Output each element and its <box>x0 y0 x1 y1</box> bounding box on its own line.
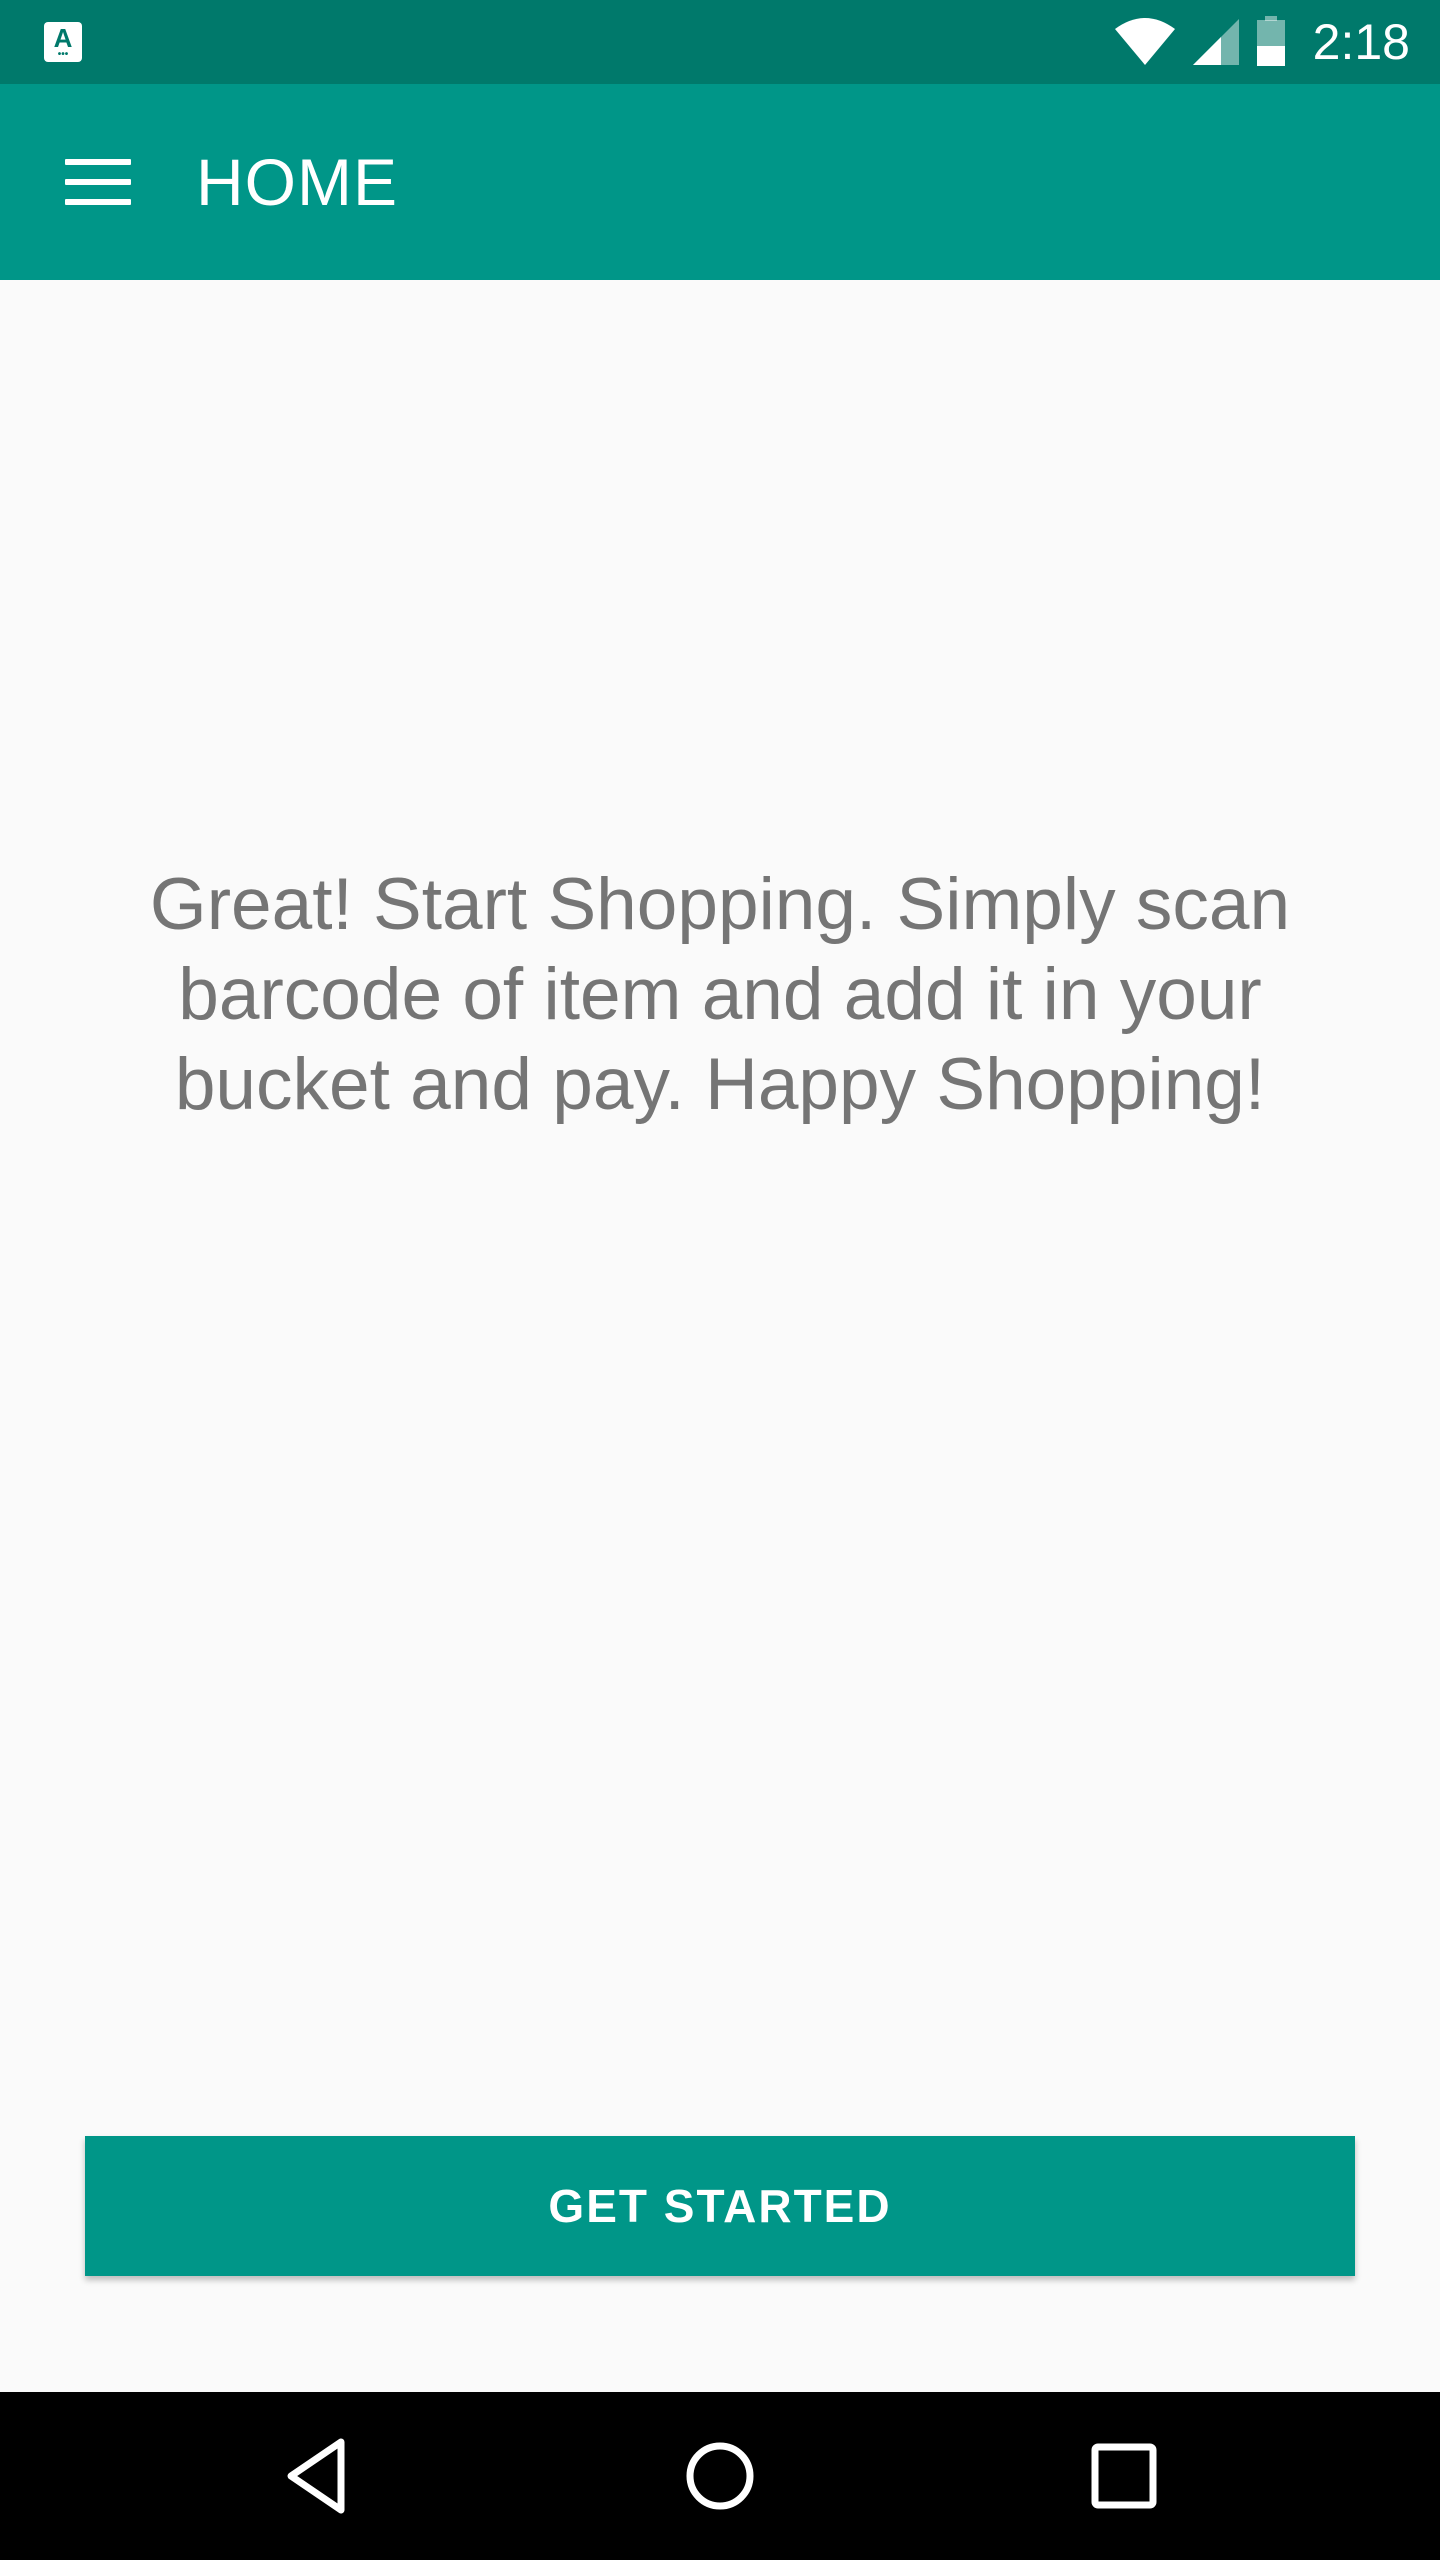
status-icons: 2:18 <box>1113 0 1410 84</box>
status-bar: A ••• 2:18 <box>0 0 1440 84</box>
recents-icon <box>1091 2443 1157 2509</box>
app-icon-dots: ••• <box>57 49 69 60</box>
home-icon <box>686 2442 754 2510</box>
menu-button[interactable] <box>50 140 146 224</box>
back-button[interactable] <box>266 2426 366 2526</box>
system-nav-bar <box>0 2392 1440 2560</box>
home-button[interactable] <box>670 2426 770 2526</box>
hamburger-menu-icon <box>65 159 131 205</box>
battery-icon <box>1256 16 1285 66</box>
get-started-button[interactable]: GET STARTED <box>85 2136 1355 2276</box>
recents-button[interactable] <box>1074 2426 1174 2526</box>
app-notification-icon: A ••• <box>44 22 82 62</box>
cell-signal-icon <box>1192 19 1239 65</box>
app-bar: HOME <box>0 84 1440 280</box>
welcome-message: Great! Start Shopping. Simply scan barco… <box>149 864 1291 1125</box>
status-time: 2:18 <box>1312 14 1410 70</box>
home-screen: A ••• 2:18 HOME Great! Start Shopping. S… <box>0 0 1440 2560</box>
wifi-icon <box>1114 18 1175 65</box>
back-icon <box>287 2438 345 2514</box>
page-title: HOME <box>196 145 398 219</box>
